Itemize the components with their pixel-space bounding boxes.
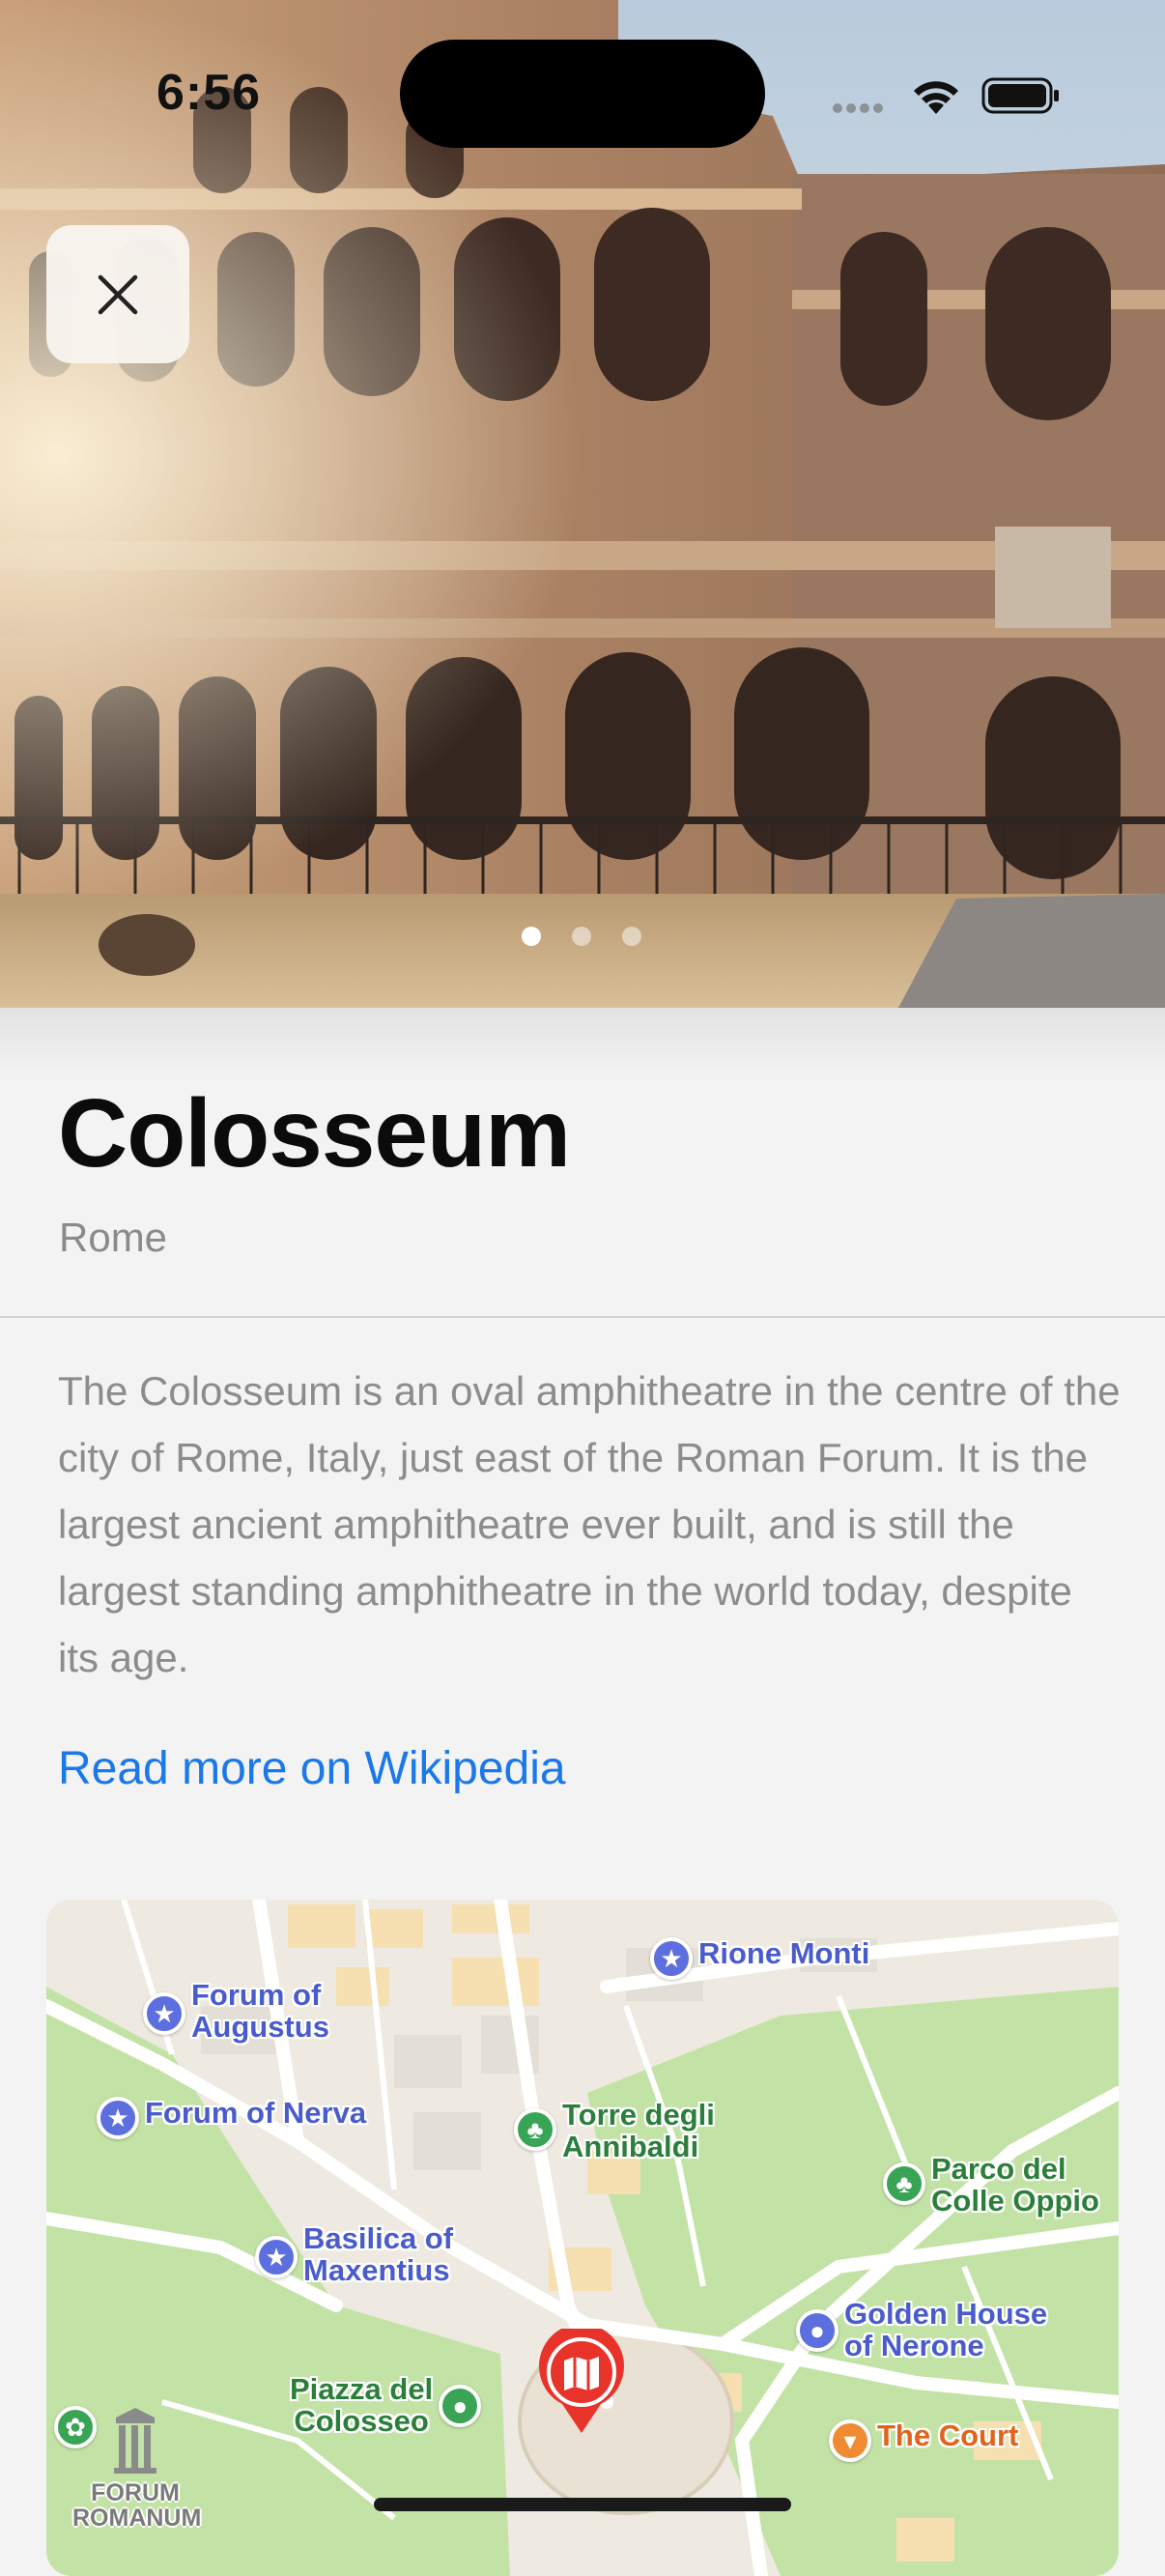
wikipedia-link[interactable]: Read more on Wikipedia — [58, 1742, 566, 1795]
battery-icon — [981, 77, 1059, 114]
poi-torre-annibaldi[interactable]: ♣ Torre degli Annibaldi — [514, 2099, 715, 2162]
star-icon: ★ — [97, 2097, 139, 2139]
divider — [0, 1316, 1165, 1318]
close-icon — [98, 274, 138, 314]
cocktail-icon: ▾ — [829, 2419, 871, 2462]
dynamic-island — [400, 40, 765, 148]
tree-icon: ♣ — [514, 2108, 556, 2151]
star-icon: ★ — [255, 2236, 298, 2278]
poi-label: Rione Monti — [698, 1936, 870, 1970]
poi-label: Golden House of Nerone — [844, 2297, 1048, 2362]
hero-shadow — [0, 1008, 1165, 1075]
poi-label: Piazza del Colosseo — [290, 2372, 434, 2438]
poi-forum-nerva[interactable]: ★ Forum of Nerva — [97, 2097, 366, 2139]
place-subtitle: Rome — [59, 1215, 168, 1260]
poi-label: FORUM ROMANUM — [72, 2479, 202, 2532]
location-map[interactable]: ★ Rione Monti ★ Forum of Augustus ★ Foru… — [46, 1900, 1119, 2576]
place-description: The Colosseum is an oval amphitheatre in… — [58, 1368, 1121, 1680]
tree-icon: ♣ — [883, 2162, 925, 2205]
poi-label: Basilica of Maxentius — [303, 2221, 454, 2287]
ruins-icon — [114, 2408, 156, 2474]
poi-golden-house[interactable]: ● Golden House of Nerone — [796, 2298, 1047, 2361]
colosseum-photo — [0, 0, 1165, 1008]
place-title: Colosseum — [58, 1079, 571, 1188]
hero-photo[interactable]: 6:56 — [0, 0, 1165, 1008]
star-icon: ★ — [143, 1992, 185, 2035]
cellular-signal-icon — [833, 100, 887, 118]
map-pin-icon[interactable] — [535, 2329, 628, 2437]
poi-label: The Court — [877, 2419, 1019, 2452]
pager-dot[interactable] — [622, 927, 641, 946]
poi-label: Parco del Colle Oppio — [931, 2152, 1099, 2218]
poi-basilica-maxentius[interactable]: ★ Basilica of Maxentius — [255, 2222, 453, 2286]
home-indicator[interactable] — [374, 2498, 791, 2511]
circle-icon: ● — [439, 2385, 482, 2427]
close-button[interactable] — [46, 225, 189, 363]
poi-forum-augustus[interactable]: ★ Forum of Augustus — [143, 1979, 329, 2043]
wifi-icon — [914, 81, 958, 114]
photo-pager[interactable] — [522, 927, 672, 951]
poi-label: Forum of Nerva — [145, 2096, 367, 2130]
poi-piazza-colosseo[interactable]: ● Piazza del Colosseo — [290, 2372, 482, 2438]
poi-the-court[interactable]: ▾ The Court — [829, 2419, 1018, 2462]
poi-label: Torre degli Annibaldi — [562, 2098, 715, 2163]
status-time: 6:56 — [156, 65, 262, 121]
pager-dot[interactable] — [522, 927, 541, 946]
star-icon: ★ — [650, 1937, 693, 1980]
poi-forum-romanum[interactable]: FORUM ROMANUM — [72, 2406, 202, 2532]
circle-icon: ● — [796, 2309, 838, 2352]
poi-label: Forum of Augustus — [191, 1978, 329, 2044]
poi-parco-colle-oppio[interactable]: ♣ Parco del Colle Oppio — [883, 2153, 1099, 2217]
poi-rione-monti[interactable]: ★ Rione Monti — [650, 1937, 869, 1980]
pager-dot[interactable] — [572, 927, 591, 946]
